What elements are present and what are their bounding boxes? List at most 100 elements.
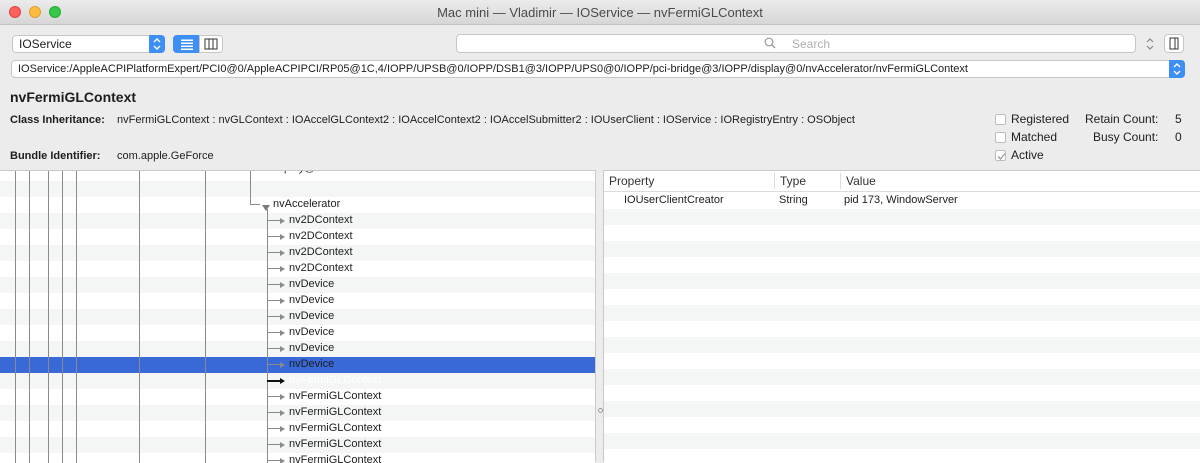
tree-arrow-icon bbox=[280, 346, 285, 352]
property-row[interactable] bbox=[604, 385, 1200, 401]
property-row[interactable] bbox=[604, 353, 1200, 369]
tree-arrow-icon bbox=[280, 314, 285, 320]
split-view-divider[interactable] bbox=[595, 170, 604, 462]
object-name-heading: nvFermiGLContext bbox=[10, 89, 137, 105]
property-column-header[interactable]: Property bbox=[609, 174, 654, 188]
tree-node-label[interactable]: nvDevice bbox=[289, 326, 334, 338]
tree-node-label[interactable]: nvAccelerator bbox=[273, 198, 340, 210]
tree-node-label[interactable]: nvFermiGLContext bbox=[289, 406, 381, 418]
tree-node-label: display@0 bbox=[270, 171, 322, 174]
value-column-header[interactable]: Value bbox=[846, 174, 876, 188]
property-row[interactable] bbox=[604, 289, 1200, 305]
tree-node-label[interactable]: nvFermiGLContext bbox=[289, 438, 381, 450]
tree-guide-line bbox=[267, 380, 281, 382]
class-inheritance-label: Class Inheritance: bbox=[10, 114, 105, 126]
tree-row[interactable] bbox=[0, 181, 595, 197]
property-row[interactable] bbox=[604, 449, 1200, 463]
inspector-toggle-button[interactable] bbox=[1164, 34, 1184, 53]
matched-label: Matched bbox=[1011, 130, 1058, 144]
tree-guide-line bbox=[267, 460, 281, 461]
disclosure-triangle-icon[interactable] bbox=[262, 201, 270, 215]
property-row[interactable] bbox=[604, 257, 1200, 273]
tree-arrow-icon bbox=[280, 378, 285, 384]
property-row[interactable] bbox=[604, 337, 1200, 353]
checkmark-icon bbox=[997, 153, 1006, 160]
tree-node-label[interactable]: nv2DContext bbox=[289, 246, 353, 258]
property-row[interactable] bbox=[604, 401, 1200, 417]
column-view-button[interactable] bbox=[199, 35, 223, 53]
plane-popup-label: IOService bbox=[19, 37, 72, 51]
property-row[interactable] bbox=[604, 273, 1200, 289]
property-row[interactable] bbox=[604, 417, 1200, 433]
tree-guide-line bbox=[15, 171, 16, 463]
tree-guide-line bbox=[29, 171, 30, 463]
tree-guide-line bbox=[250, 204, 260, 205]
tree-guide-line bbox=[267, 300, 281, 301]
property-row[interactable] bbox=[604, 305, 1200, 321]
active-label: Active bbox=[1011, 148, 1044, 162]
type-column-header[interactable]: Type bbox=[780, 174, 806, 188]
tree-arrow-icon bbox=[280, 218, 285, 224]
property-row[interactable] bbox=[604, 321, 1200, 337]
tree-guide-line bbox=[267, 316, 281, 317]
tree-node-label[interactable]: nvDevice bbox=[289, 278, 334, 290]
tree-arrow-icon bbox=[280, 282, 285, 288]
tree-node-label[interactable]: nvDevice bbox=[289, 294, 334, 306]
tree-arrow-icon bbox=[280, 394, 285, 400]
tree-node-label[interactable]: nv2DContext bbox=[289, 230, 353, 242]
property-row[interactable] bbox=[604, 209, 1200, 225]
tree-guide-line bbox=[267, 268, 281, 269]
tree-node-label[interactable]: nvDevice bbox=[289, 358, 334, 370]
registry-tree[interactable]: display@0 nvAccelerator nv2DContext nv2DCon… bbox=[0, 170, 595, 463]
tree-node-label[interactable]: nvFermiGLContext bbox=[289, 422, 381, 434]
property-row[interactable] bbox=[604, 433, 1200, 449]
tree-node-label[interactable]: nv2DContext bbox=[289, 262, 353, 274]
popup-chevron-icon bbox=[149, 35, 165, 53]
tree-guide-line bbox=[267, 209, 268, 463]
plane-popup[interactable]: IOService bbox=[12, 35, 165, 53]
search-scope-stepper-icon[interactable] bbox=[1143, 36, 1157, 52]
property-row[interactable]: IOUserClientCreator String pid 173, Window… bbox=[604, 193, 1200, 209]
tree-arrow-icon bbox=[280, 410, 285, 416]
tree-guide-line bbox=[267, 396, 281, 397]
tree-guide-line bbox=[267, 236, 281, 237]
property-row[interactable] bbox=[604, 241, 1200, 257]
properties-table[interactable]: Property Type Value IOUserClientCreator S… bbox=[604, 170, 1200, 463]
tree-arrow-icon bbox=[280, 330, 285, 336]
title-bar: Mac mini — Vladimir — IOService — nvFerm… bbox=[0, 0, 1200, 25]
tree-guide-line bbox=[267, 348, 281, 349]
property-property-cell: IOUserClientCreator bbox=[624, 194, 724, 206]
tree-node-label[interactable]: nvFermiGLContext bbox=[289, 390, 381, 402]
retain-count-value: 5 bbox=[1175, 112, 1182, 126]
busy-count-value: 0 bbox=[1175, 130, 1182, 144]
tree-node-label[interactable]: nvFermiGLContext bbox=[289, 374, 381, 386]
property-value-cell: pid 173, WindowServer bbox=[844, 194, 958, 206]
matched-checkbox bbox=[995, 132, 1006, 143]
tree-node-label[interactable]: nvDevice bbox=[289, 310, 334, 322]
registry-path-field[interactable]: IOService:/AppleACPIPlatformExpert/PCI0@… bbox=[11, 60, 1185, 78]
tree-guide-line bbox=[267, 428, 281, 429]
tree-guide-line bbox=[76, 171, 77, 463]
property-row[interactable] bbox=[604, 225, 1200, 241]
column-separator bbox=[774, 173, 775, 189]
tree-guide-line bbox=[267, 284, 281, 285]
tree-arrow-icon bbox=[280, 250, 285, 256]
tree-node-label[interactable]: nvDevice bbox=[289, 342, 334, 354]
tree-arrow-icon bbox=[280, 426, 285, 432]
column-view-icon bbox=[204, 38, 218, 50]
tree-guide-line bbox=[267, 220, 281, 221]
path-chevron-icon[interactable] bbox=[1169, 60, 1185, 78]
bundle-identifier-label: Bundle Identifier: bbox=[10, 150, 101, 162]
property-row[interactable] bbox=[604, 369, 1200, 385]
column-separator bbox=[840, 173, 841, 189]
registered-label: Registered bbox=[1011, 112, 1070, 126]
property-type-cell: String bbox=[779, 194, 808, 206]
search-placeholder: Search bbox=[792, 37, 831, 51]
tree-arrow-icon bbox=[280, 458, 285, 463]
active-checkbox bbox=[995, 150, 1006, 161]
tree-guide-line bbox=[267, 444, 281, 445]
tree-node-label[interactable]: nv2DContext bbox=[289, 214, 353, 226]
list-view-button[interactable] bbox=[173, 35, 199, 53]
tree-arrow-icon bbox=[280, 298, 285, 304]
search-field[interactable]: Search bbox=[456, 34, 1136, 53]
